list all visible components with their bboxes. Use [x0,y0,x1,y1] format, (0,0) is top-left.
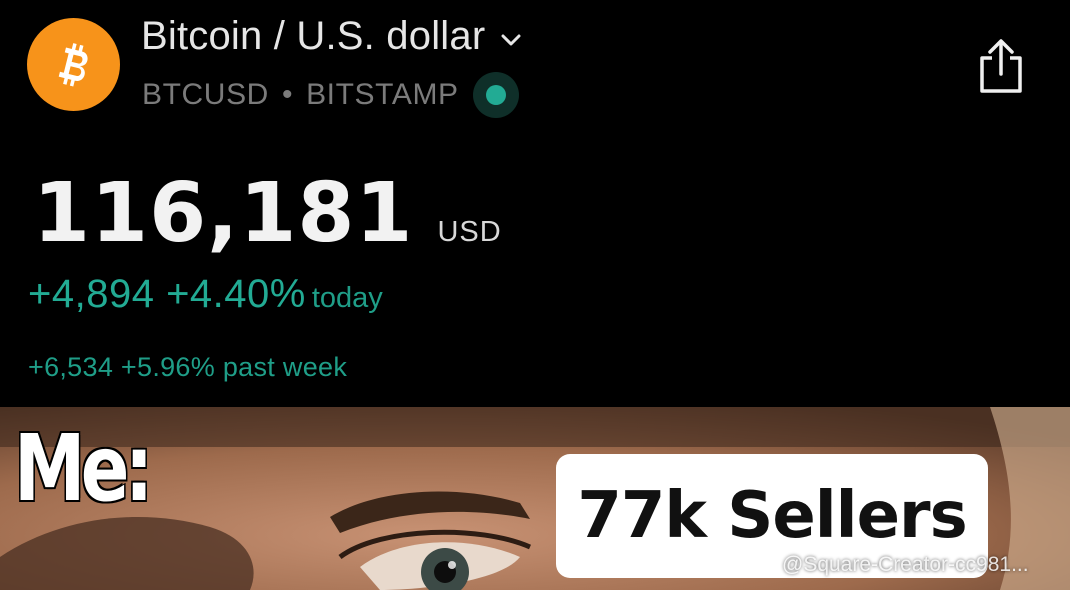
bitcoin-logo-icon [27,18,120,111]
binance-square-icon [752,553,776,577]
daily-change: +4,894 +4.40% today [28,272,383,317]
me-caption: Me: [14,415,153,522]
live-dot [485,85,506,105]
subtitle-separator: • [281,78,294,111]
live-status-dot-icon [472,72,519,118]
watermark-text: @Square-Creator-cc981... [782,553,1029,576]
share-icon[interactable] [975,36,1027,96]
price-currency: USD [437,216,502,248]
sellers-caption: 77k Sellers [577,479,967,553]
watermark: @Square-Creator-cc981... [752,553,1029,577]
exchange-name: BITSTAMP [306,78,459,111]
symbol-title-dropdown[interactable]: Bitcoin / U.S. dollar [141,14,523,59]
daily-change-value: +4,894 +4.40% [28,272,306,316]
daily-change-label: today [311,282,383,314]
chevron-down-icon [501,34,521,45]
last-price: 116,181 [33,166,414,261]
ticker-header: Bitcoin / U.S. dollar BTCUSD • BITSTAMP … [0,0,1070,407]
meme-image: Me: 77k Sellers @Square-Creator-cc981... [0,407,1070,590]
weekly-change: +6,534 +5.96% past week [28,352,348,382]
price-row: 116,181 USD [33,166,502,261]
symbol-title: Bitcoin / U.S. dollar [141,14,486,58]
symbol-subtitle: BTCUSD • BITSTAMP [142,72,519,118]
ticker-symbol: BTCUSD [142,78,269,111]
